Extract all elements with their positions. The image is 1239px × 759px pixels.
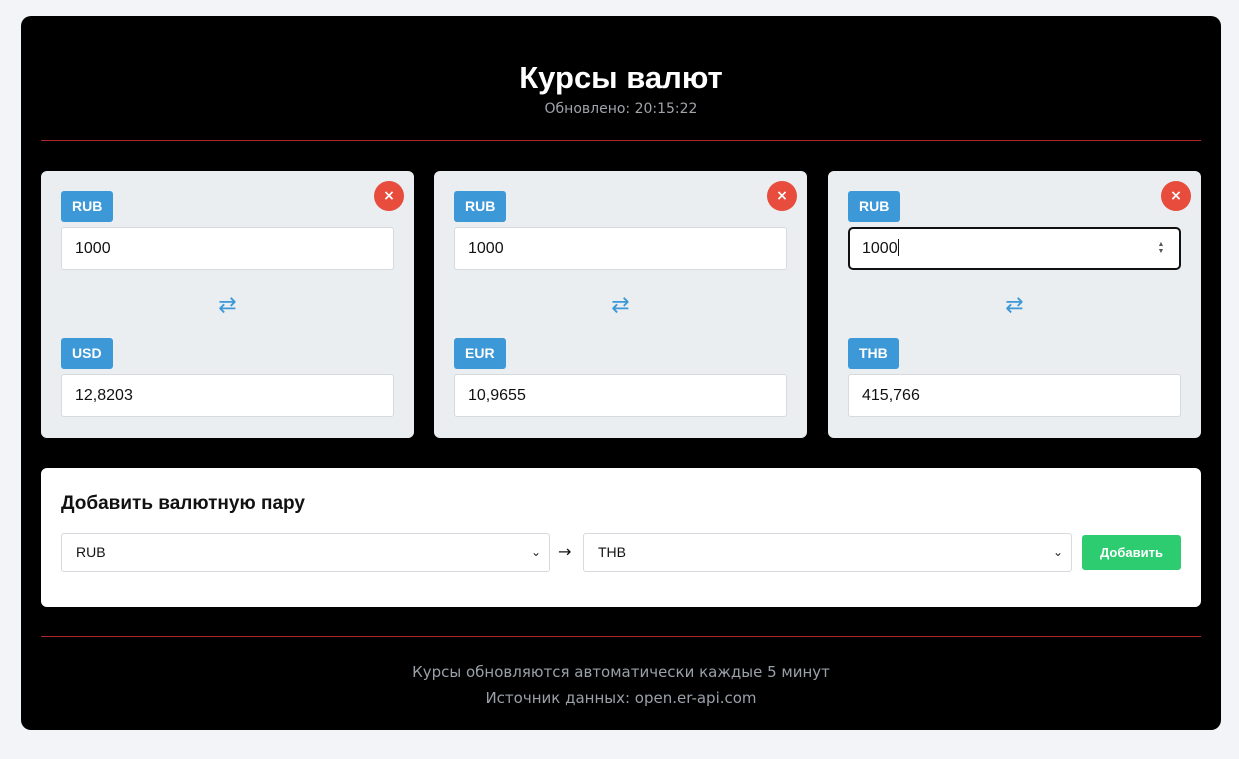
from-currency-badge: RUB [848, 191, 901, 222]
swap-arrows-icon[interactable]: ⇄ [41, 293, 414, 318]
remove-pair-button[interactable]: × [1161, 181, 1191, 211]
to-currency-selected: THB [598, 544, 626, 560]
from-currency-selected: RUB [76, 544, 106, 560]
from-amount-input[interactable]: 1000 [61, 227, 394, 270]
from-amount-input[interactable]: 1000 ▲ ▼ [848, 227, 1181, 270]
to-currency-select[interactable]: THB ⌄ [583, 533, 1072, 572]
to-amount-input[interactable]: 10,9655 [454, 374, 787, 417]
from-currency-badge: RUB [61, 191, 114, 222]
from-amount-value: 1000 [862, 240, 898, 257]
currency-pair-card: × RUB 1000 ⇄ EUR 10,9655 [434, 171, 807, 438]
header-divider [41, 140, 1201, 141]
from-currency-select[interactable]: RUB ⌄ [61, 533, 550, 572]
remove-pair-button[interactable]: × [374, 181, 404, 211]
currency-pair-card: × RUB 1000 ⇄ USD 12,8203 [41, 171, 414, 438]
to-amount-input[interactable]: 415,766 [848, 374, 1181, 417]
footer-source: Источник данных: open.er-api.com [485, 689, 757, 707]
footer-divider [41, 636, 1201, 637]
remove-pair-button[interactable]: × [767, 181, 797, 211]
to-currency-badge: USD [61, 338, 113, 369]
chevron-down-icon: ⌄ [1052, 545, 1063, 559]
add-pair-panel: Добавить валютную пару RUB ⌄ → THB ⌄ Доб… [41, 468, 1201, 607]
close-icon: × [1170, 188, 1182, 204]
page-title: Курсы валют [519, 60, 723, 95]
swap-arrows-icon[interactable]: ⇄ [434, 293, 807, 318]
from-currency-badge: RUB [454, 191, 507, 222]
add-pair-title: Добавить валютную пару [61, 493, 305, 514]
updated-timestamp: Обновлено: 20:15:22 [544, 101, 698, 117]
swap-arrows-icon[interactable]: ⇄ [828, 293, 1201, 318]
to-currency-badge: THB [848, 338, 899, 369]
to-currency-badge: EUR [454, 338, 506, 369]
text-caret [897, 239, 899, 256]
pair-arrow: → [558, 542, 572, 561]
close-icon: × [776, 188, 788, 204]
app-container: Курсы валют Обновлено: 20:15:22 × RUB 10… [21, 16, 1221, 730]
currency-pair-card: × RUB 1000 ▲ ▼ ⇄ THB 415,766 [828, 171, 1201, 438]
from-amount-input[interactable]: 1000 [454, 227, 787, 270]
chevron-down-icon: ⌄ [530, 545, 541, 559]
close-icon: × [383, 188, 395, 204]
add-pair-button[interactable]: Добавить [1082, 535, 1181, 570]
to-amount-input[interactable]: 12,8203 [61, 374, 394, 417]
footer-update-note: Курсы обновляются автоматически каждые 5… [412, 663, 830, 681]
number-spinner-icon[interactable]: ▲ ▼ [1157, 241, 1165, 255]
